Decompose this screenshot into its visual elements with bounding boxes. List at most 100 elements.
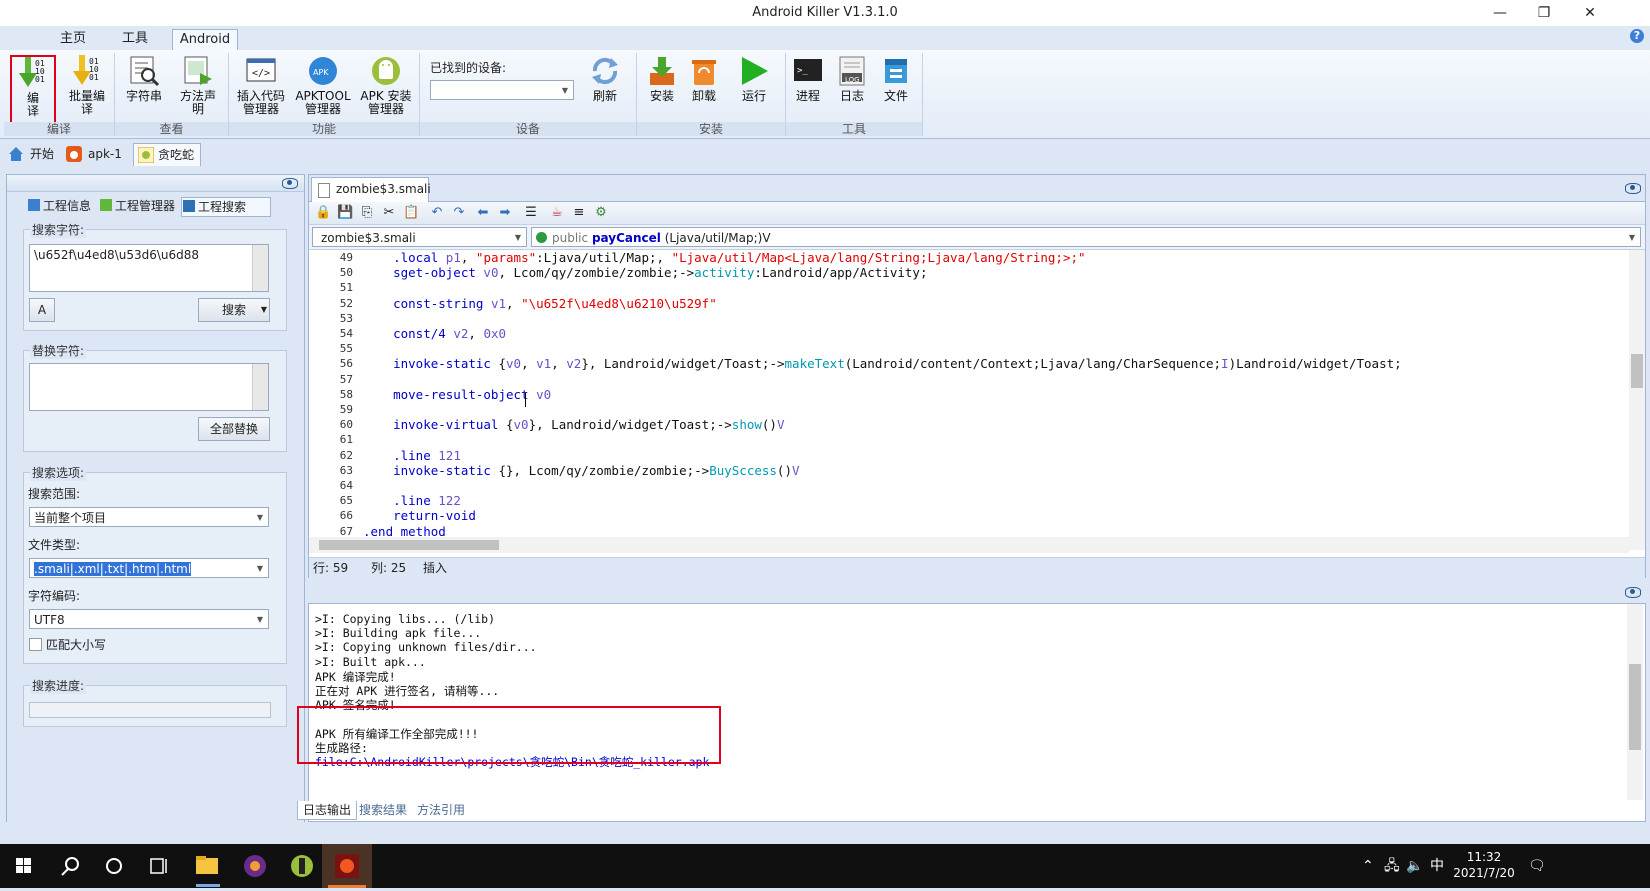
output-panel-header <box>309 582 1645 602</box>
replace-input[interactable] <box>29 363 269 411</box>
undo-icon[interactable]: ↶ <box>429 205 445 221</box>
apktool-icon: APK <box>307 55 339 87</box>
editor-tab[interactable]: zombie$3.smali <box>311 177 431 202</box>
list-icon[interactable]: ≡ <box>571 205 587 221</box>
line-number: 62 <box>339 448 353 462</box>
method-public-icon <box>536 232 547 243</box>
output-scrollbar[interactable] <box>1627 604 1643 800</box>
encoding-select[interactable]: UTF8 ▼ <box>29 609 269 629</box>
clock[interactable]: 11:32 2021/7/20 <box>1452 849 1516 881</box>
tab-start-label: 开始 <box>30 147 55 161</box>
file-explorer-icon[interactable] <box>184 844 232 888</box>
scope-select[interactable]: 当前整个项目 ▼ <box>29 507 269 527</box>
code-area[interactable]: 49 .local p1, "params":Ljava/util/Map;, … <box>309 250 1629 550</box>
search-button[interactable]: 搜索 ▼ <box>198 298 270 322</box>
tab-project-manager[interactable]: 工程管理器 <box>99 197 193 215</box>
group-label-compile: 编译 <box>4 122 114 136</box>
method-select[interactable]: public payCancel (Ljava/util/Map;)V ▼ <box>531 227 1641 247</box>
process-button[interactable]: >_ 进程 <box>786 55 830 103</box>
java-icon[interactable]: ☕ <box>549 205 565 221</box>
code-vscroll-thumb[interactable] <box>1631 354 1643 388</box>
tab-project-search[interactable]: 工程搜索 <box>181 197 271 217</box>
insert-code-manager-button[interactable]: </> 插入代码 管理器 <box>231 55 291 116</box>
forward-arrow-icon[interactable]: ➡ <box>497 205 513 221</box>
line-number: 51 <box>339 281 353 295</box>
tab-project-info-label: 工程信息 <box>43 199 92 213</box>
tab-apk-1[interactable]: apk-1 <box>66 143 128 165</box>
cut-icon[interactable]: ✂ <box>381 205 397 221</box>
help-icon[interactable]: ? <box>1630 29 1644 43</box>
network-icon[interactable]: 🖧 <box>1384 844 1400 888</box>
android-killer-taskbar-icon[interactable] <box>280 844 328 888</box>
compile-icon: 01 10 01 <box>17 57 49 89</box>
file-button[interactable]: 文件 <box>874 55 918 103</box>
progress-label: 搜索进度: <box>30 677 87 694</box>
compile-button[interactable]: 01 10 01 编 译 <box>10 55 56 125</box>
tab-log-output[interactable]: 日志输出 <box>297 801 357 820</box>
code-vertical-scrollbar[interactable] <box>1629 250 1645 550</box>
file-icon <box>880 55 912 87</box>
method-decl-button[interactable]: 方法声 明 <box>171 55 225 116</box>
tab-home[interactable]: 主页 <box>48 29 98 49</box>
copy-icon[interactable]: ⎘ <box>359 205 375 221</box>
apk-install-manager-button[interactable]: APK 安装 管理器 <box>355 55 417 116</box>
uninstall-button[interactable]: 卸载 <box>679 55 729 103</box>
game-taskbar-icon[interactable] <box>322 844 372 888</box>
android-tool-icon[interactable]: ⚙ <box>593 205 609 221</box>
strings-button[interactable]: 字符串 <box>117 55 171 103</box>
media-player-icon[interactable] <box>232 844 280 888</box>
process-label: 进程 <box>795 89 820 103</box>
line-number: 49 <box>339 251 353 264</box>
lock-icon[interactable]: 🔒 <box>315 205 331 221</box>
save-icon[interactable]: 💾 <box>337 205 353 221</box>
eye-icon[interactable] <box>1625 587 1641 598</box>
search-input[interactable]: \u652f\u4ed8\u53d6\u6d88 <box>29 244 269 292</box>
tab-search-results[interactable]: 搜索结果 <box>359 801 415 819</box>
ime-indicator[interactable]: 中 <box>1430 844 1444 888</box>
code-horizontal-scrollbar[interactable] <box>309 537 1629 553</box>
search-input-scrollbar[interactable] <box>252 245 268 291</box>
run-button[interactable]: 运行 <box>729 55 779 103</box>
device-select[interactable]: ▼ <box>430 80 574 100</box>
redo-icon[interactable]: ↷ <box>451 205 467 221</box>
paste-icon[interactable]: 📋 <box>403 205 419 221</box>
eye-icon[interactable] <box>1625 183 1641 194</box>
search-button-label: 搜索 <box>221 303 246 317</box>
editor-tab-bar: zombie$3.smali <box>309 175 1645 202</box>
restore-button[interactable]: ❐ <box>1522 0 1566 26</box>
tab-start[interactable]: 开始 <box>8 143 60 165</box>
svg-text:01: 01 <box>89 73 99 82</box>
eye-icon[interactable] <box>282 178 298 189</box>
line-number: 58 <box>339 387 353 401</box>
notification-icon[interactable]: 🗨 <box>1528 844 1546 888</box>
file-select[interactable]: zombie$3.smali ▼ <box>312 227 527 247</box>
match-case-checkbox[interactable] <box>29 638 42 651</box>
apktool-manager-button[interactable]: APK APKTOOL 管理器 <box>293 55 353 116</box>
task-view-icon[interactable] <box>136 844 184 888</box>
tab-android[interactable]: Android <box>172 29 238 50</box>
filetype-select[interactable]: .smali|.xml|.txt|.htm|.html ▼ <box>29 558 269 578</box>
tab-method-refs[interactable]: 方法引用 <box>417 801 473 819</box>
close-button[interactable]: ✕ <box>1568 0 1612 26</box>
replace-input-scrollbar[interactable] <box>252 364 268 410</box>
replace-all-button[interactable]: 全部替换 <box>198 417 270 441</box>
cortana-icon[interactable] <box>92 844 140 888</box>
windows-start-icon[interactable] <box>0 844 48 888</box>
output-scroll-thumb[interactable] <box>1629 664 1641 750</box>
back-arrow-icon[interactable]: ⬅ <box>475 205 491 221</box>
tab-tools[interactable]: 工具 <box>110 29 160 49</box>
font-style-button[interactable]: A <box>29 298 55 322</box>
refresh-button[interactable]: 刷新 <box>578 55 632 103</box>
document-tabs: 开始 apk-1 贪吃蛇 <box>0 139 1650 167</box>
log-button[interactable]: LOG 日志 <box>830 55 874 103</box>
batch-compile-button[interactable]: 01 10 01 批量编 译 <box>60 55 114 116</box>
code-hscroll-thumb[interactable] <box>319 540 499 550</box>
line-number: 65 <box>339 494 353 508</box>
output-panel: >I: Copying libs... (/lib) >I: Building a… <box>297 582 1646 822</box>
tab-snake[interactable]: 贪吃蛇 <box>133 143 201 166</box>
format-icon[interactable]: ☰ <box>523 205 539 221</box>
minimize-button[interactable]: — <box>1478 0 1522 26</box>
volume-icon[interactable]: 🔈 <box>1406 844 1423 888</box>
search-icon[interactable] <box>46 844 94 888</box>
chevron-up-icon[interactable]: ⌃ <box>1362 844 1374 888</box>
